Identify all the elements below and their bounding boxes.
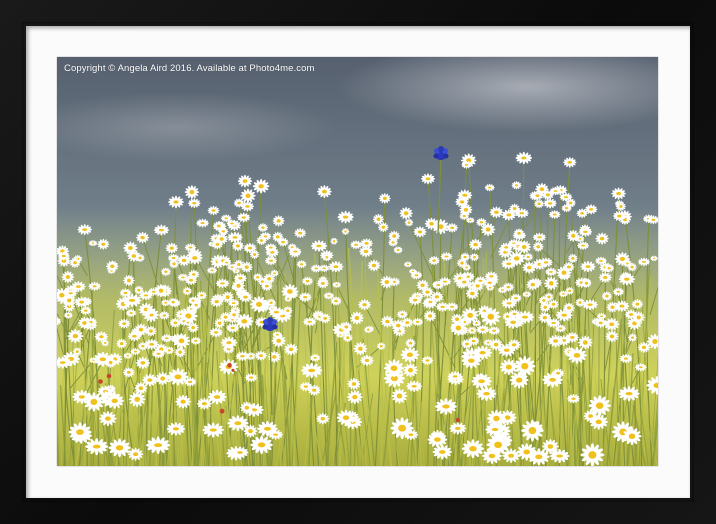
poppy-bud — [106, 373, 112, 379]
poppy-bud — [227, 362, 232, 368]
meadow-photo: Copyright © Angela Aird 2016. Available … — [57, 57, 658, 466]
flower-branch — [454, 327, 456, 375]
poppy-bud — [98, 379, 103, 384]
poppy-bud — [231, 368, 235, 372]
poppy-bud — [219, 408, 225, 414]
picture-frame: Copyright © Angela Aird 2016. Available … — [0, 0, 716, 524]
grass-blade — [349, 340, 352, 466]
grass-blade — [458, 349, 461, 466]
poppy-bud — [455, 418, 460, 423]
meadow-scene — [57, 57, 658, 466]
copyright-watermark: Copyright © Angela Aird 2016. Available … — [64, 63, 315, 74]
